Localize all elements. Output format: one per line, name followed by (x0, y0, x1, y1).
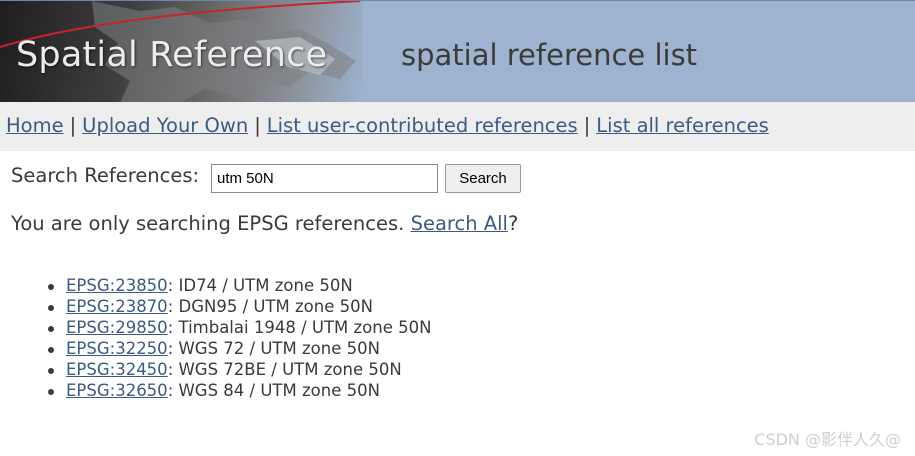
list-item: EPSG:29850: Timbalai 1948 / UTM zone 50N (48, 318, 431, 339)
bullet-icon (48, 368, 54, 374)
list-item: EPSG:32650: WGS 84 / UTM zone 50N (48, 381, 431, 402)
list-item: EPSG:32250: WGS 72 / UTM zone 50N (48, 339, 431, 360)
notice-suffix: ? (507, 212, 519, 235)
epsg-code-link[interactable]: EPSG:32250 (66, 339, 168, 358)
bullet-icon (48, 389, 54, 395)
search-label: Search References: (11, 164, 200, 187)
bullet-icon (48, 284, 54, 290)
header-banner: Spatial Reference spatial reference list (0, 0, 915, 103)
search-input[interactable] (211, 164, 438, 193)
reference-name: : Timbalai 1948 / UTM zone 50N (167, 318, 432, 337)
notice-text: You are only searching EPSG references. (11, 212, 405, 235)
reference-name: : ID74 / UTM zone 50N (167, 276, 353, 295)
search-button[interactable]: Search (445, 164, 521, 193)
bullet-icon (48, 326, 54, 332)
reference-name: : DGN95 / UTM zone 50N (167, 297, 373, 316)
nav-upload-link[interactable]: Upload Your Own (82, 114, 248, 137)
search-scope-notice: You are only searching EPSG references. … (11, 212, 518, 235)
logo-text: Spatial Reference (16, 35, 328, 75)
list-item: EPSG:23850: ID74 / UTM zone 50N (48, 276, 431, 297)
reference-name: : WGS 72BE / UTM zone 50N (167, 360, 402, 379)
nav-separator: | (583, 114, 591, 137)
list-item: EPSG:32450: WGS 72BE / UTM zone 50N (48, 360, 431, 381)
page-title: spatial reference list (401, 38, 698, 72)
epsg-code-link[interactable]: EPSG:29850 (66, 318, 168, 337)
bullet-icon (48, 305, 54, 311)
epsg-code-link[interactable]: EPSG:23850 (66, 276, 168, 295)
reference-name: : WGS 72 / UTM zone 50N (167, 339, 380, 358)
nav-separator: | (254, 114, 261, 137)
site-logo[interactable]: Spatial Reference (0, 1, 362, 103)
reference-name: : WGS 84 / UTM zone 50N (167, 381, 380, 400)
epsg-code-link[interactable]: EPSG:32650 (66, 381, 168, 400)
nav-list-all-link[interactable]: List all references (596, 114, 769, 137)
search-all-link[interactable]: Search All (411, 212, 508, 235)
nav-user-contributed-link[interactable]: List user-contributed references (267, 114, 578, 137)
nav-separator: | (69, 114, 77, 137)
nav-links: Home | Upload Your Own | List user-contribut… (6, 114, 769, 137)
epsg-code-link[interactable]: EPSG:23870 (66, 297, 168, 316)
bullet-icon (48, 347, 54, 353)
list-item: EPSG:23870: DGN95 / UTM zone 50N (48, 297, 431, 318)
watermark: CSDN @影伴人久@ (754, 430, 901, 449)
epsg-code-link[interactable]: EPSG:32450 (66, 360, 168, 379)
nav-home-link[interactable]: Home (6, 114, 64, 137)
results-list: EPSG:23850: ID74 / UTM zone 50N EPSG:238… (48, 276, 431, 402)
